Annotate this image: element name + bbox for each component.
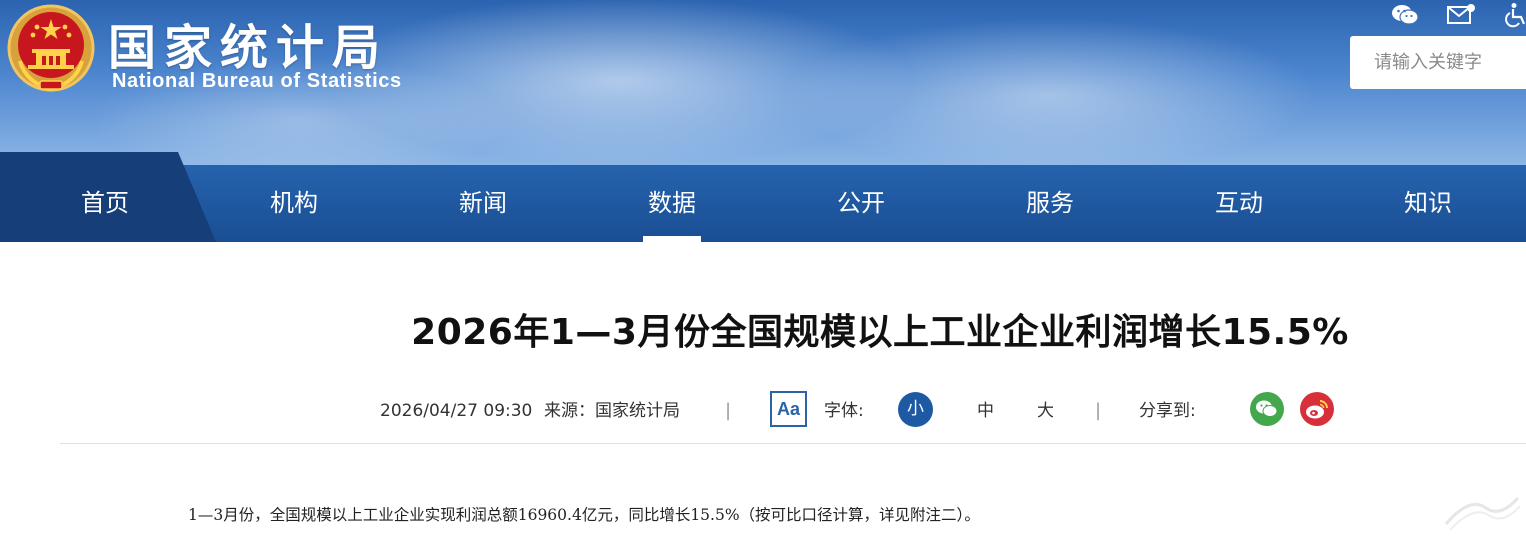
share-label: 分享到: xyxy=(1139,401,1196,421)
header-divider xyxy=(60,443,1526,444)
site-banner: 国家统计局 National Bureau of Statistics xyxy=(0,0,1526,165)
email-icon[interactable] xyxy=(1446,2,1476,28)
nav-item-services[interactable]: 服务 xyxy=(990,165,1110,242)
accessibility-icon[interactable] xyxy=(1502,2,1526,28)
share-weibo-button[interactable] xyxy=(1300,392,1334,426)
site-name-chinese[interactable]: 国家统计局 xyxy=(108,8,388,78)
meta-separator: | xyxy=(1095,400,1102,421)
article-paragraph: 1—3月份，全国规模以上工业企业实现利润总额16960.4亿元，同比增长15.5… xyxy=(188,506,980,524)
font-size-medium-button[interactable]: 中 xyxy=(977,396,994,426)
font-size-toggle-button[interactable]: Aa xyxy=(770,391,807,427)
nav-item-interaction[interactable]: 互动 xyxy=(1179,165,1299,242)
wechat-icon xyxy=(1256,400,1278,417)
search-input[interactable] xyxy=(1350,36,1526,89)
site-name-english[interactable]: National Bureau of Statistics xyxy=(112,70,402,93)
nav-item-organization[interactable]: 机构 xyxy=(234,165,354,242)
publish-date: 2026/04/27 09:30 xyxy=(380,401,533,421)
weibo-icon xyxy=(1306,400,1328,419)
nav-item-public[interactable]: 公开 xyxy=(801,165,921,242)
font-size-small-button[interactable]: 小 xyxy=(898,392,933,427)
nav-item-data[interactable]: 数据 xyxy=(612,165,732,242)
font-size-label: 字体: xyxy=(824,401,864,421)
font-size-large-button[interactable]: 大 xyxy=(1037,396,1054,426)
nav-item-news[interactable]: 新闻 xyxy=(423,165,543,242)
nav-active-indicator xyxy=(643,236,701,242)
article-title: 2026年1—3月份全国规模以上工业企业利润增长15.5% xyxy=(411,312,1349,353)
share-wechat-button[interactable] xyxy=(1250,392,1284,426)
article-source: 来源：国家统计局 xyxy=(544,401,680,421)
meta-separator: | xyxy=(725,400,732,421)
nav-item-knowledge[interactable]: 知识 xyxy=(1368,165,1488,242)
national-emblem-icon[interactable] xyxy=(6,3,96,93)
nav-item-home[interactable]: 首页 xyxy=(45,165,165,242)
watermark-logo-icon xyxy=(1444,496,1521,531)
wechat-icon[interactable] xyxy=(1390,2,1420,28)
